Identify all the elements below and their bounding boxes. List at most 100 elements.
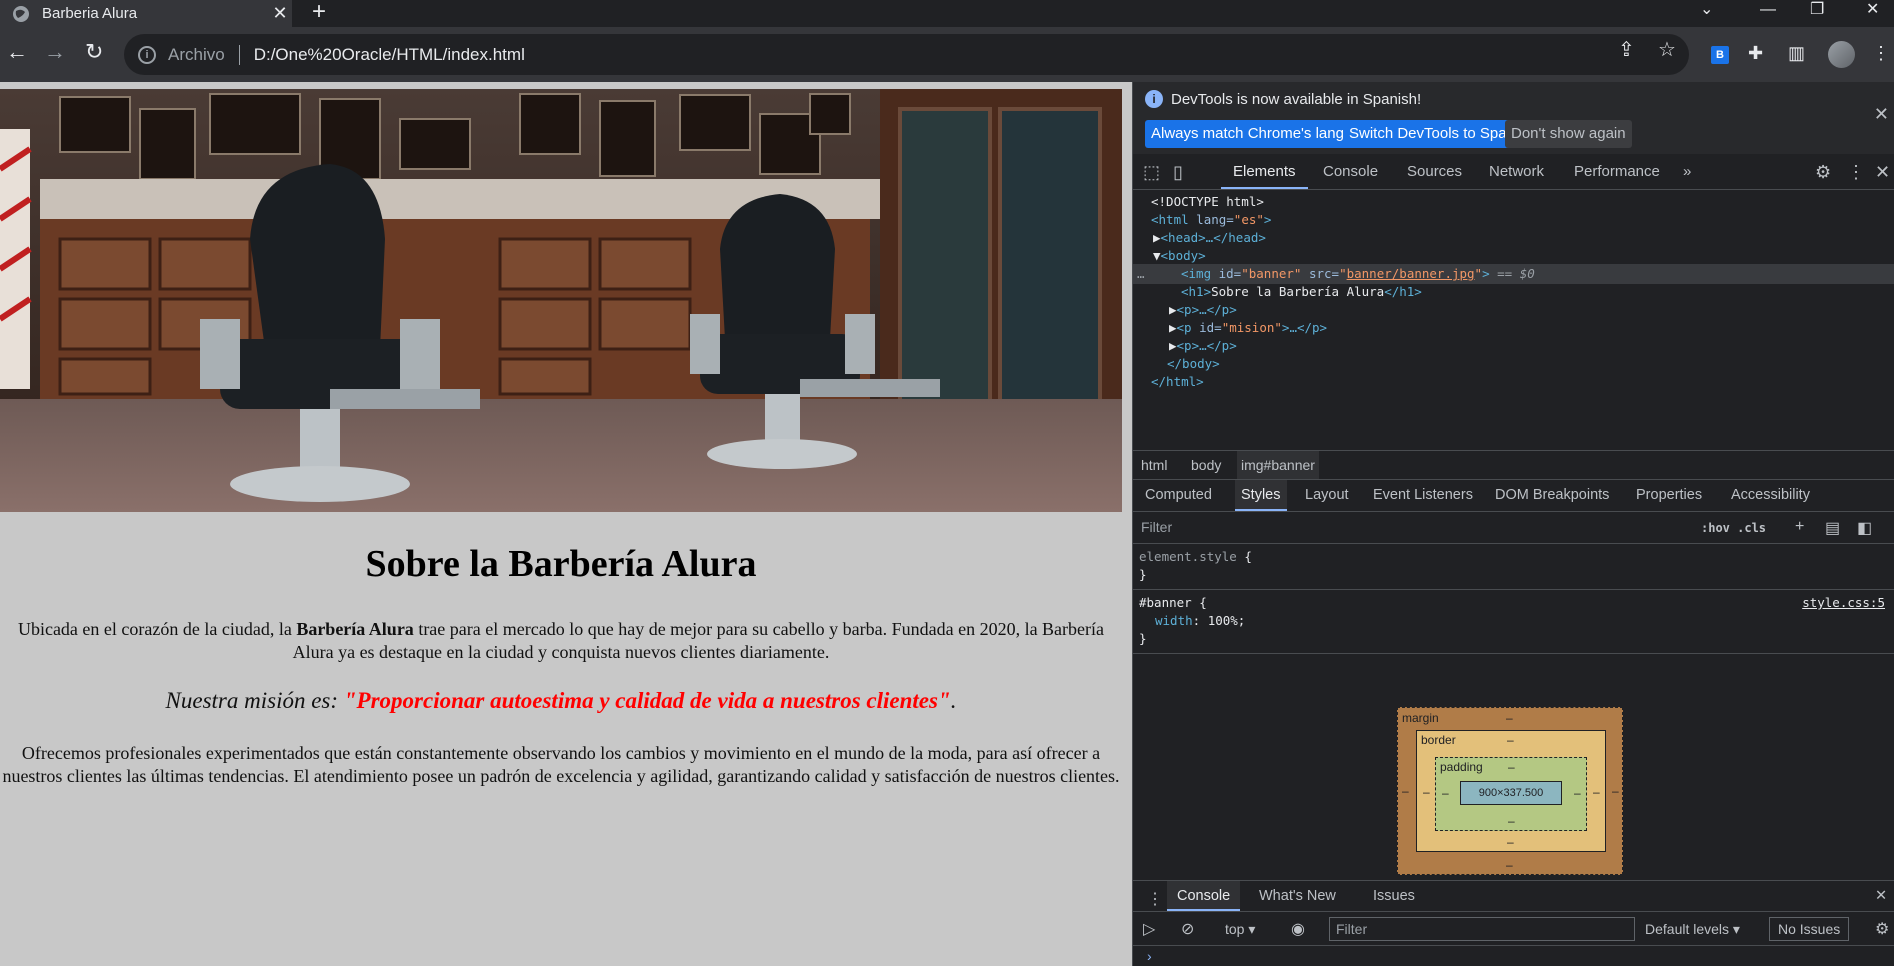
dom-html-open[interactable]: <html lang="es"> xyxy=(1151,210,1271,230)
settings-gear-icon[interactable]: ⚙ xyxy=(1815,162,1831,183)
element-style-selector: element.style xyxy=(1139,549,1237,564)
more-tabs-icon[interactable]: » xyxy=(1683,154,1691,189)
crumb-html[interactable]: html xyxy=(1137,451,1171,479)
dom-body-close[interactable]: </body> xyxy=(1167,354,1220,374)
bookmark-star-icon[interactable]: ☆ xyxy=(1658,37,1676,62)
live-expression-eye-icon[interactable]: ◉ xyxy=(1291,919,1305,939)
margin-right-value[interactable]: – xyxy=(1612,784,1619,798)
new-tab-button[interactable]: + xyxy=(312,0,326,24)
drawer-menu-icon[interactable]: ⋮ xyxy=(1147,885,1163,915)
dom-doctype[interactable]: <!DOCTYPE html> xyxy=(1151,192,1264,212)
default-levels-dropdown[interactable]: Default levels ▾ xyxy=(1645,912,1740,946)
subtab-dom-breakpoints[interactable]: DOM Breakpoints xyxy=(1495,480,1609,511)
collapse-arrow-icon[interactable]: ▼ xyxy=(1153,248,1161,263)
border-right-value[interactable]: – xyxy=(1593,785,1600,799)
console-settings-gear-icon[interactable]: ⚙ xyxy=(1875,919,1889,939)
side-panel-icon[interactable]: ▥ xyxy=(1788,43,1805,64)
back-icon[interactable]: ← xyxy=(6,41,28,63)
dom-p-mision[interactable]: ▶<p id="mision">…</p> xyxy=(1169,318,1327,338)
dont-show-again-button[interactable]: Don't show again xyxy=(1505,120,1632,148)
extensions-puzzle-icon[interactable]: ✚ xyxy=(1748,43,1763,64)
console-prompt[interactable]: › xyxy=(1147,948,1152,964)
address-bar[interactable]: i Archivo D:/One%20Oracle/HTML/index.htm… xyxy=(124,34,1689,75)
tab-console[interactable]: Console xyxy=(1323,154,1378,189)
extension-b-icon[interactable]: B xyxy=(1711,46,1729,64)
reload-icon[interactable]: ↻ xyxy=(85,41,103,63)
dom-head[interactable]: ▶<head>…</head> xyxy=(1153,228,1266,248)
dom-p-3[interactable]: ▶<p>…</p> xyxy=(1169,336,1237,356)
minimize-icon[interactable]: — xyxy=(1760,0,1776,22)
no-issues-button[interactable]: No Issues xyxy=(1769,917,1850,941)
border-bottom-value[interactable]: – xyxy=(1507,835,1514,849)
banner-width-value[interactable]: : 100%; xyxy=(1193,613,1246,628)
dom-node-menu-icon[interactable]: … xyxy=(1137,264,1145,284)
tab-close-icon[interactable]: ✕ xyxy=(268,3,292,24)
styles-filter-input[interactable]: Filter xyxy=(1133,514,1681,540)
tab-performance[interactable]: Performance xyxy=(1574,154,1660,189)
crumb-img-banner[interactable]: img#banner xyxy=(1237,451,1319,479)
banner-width-prop[interactable]: width xyxy=(1155,613,1193,628)
drawer-tab-whats-new[interactable]: What's New xyxy=(1259,881,1336,911)
style-source-link[interactable]: style.css:5 xyxy=(1802,594,1885,612)
clear-console-icon[interactable]: ⊘ xyxy=(1181,919,1194,939)
border-top-value[interactable]: – xyxy=(1507,733,1514,747)
margin-left-value[interactable]: – xyxy=(1402,784,1409,798)
window-close-icon[interactable]: ✕ xyxy=(1866,0,1879,22)
context-selector[interactable]: top ▾ xyxy=(1225,912,1255,946)
element-state-icon[interactable]: ▤ xyxy=(1825,518,1840,538)
hov-cls-toggle[interactable]: :hov .cls xyxy=(1701,512,1766,544)
inspect-element-icon[interactable]: ⬚ xyxy=(1143,162,1160,183)
new-style-rule-icon[interactable]: + xyxy=(1795,518,1804,536)
drawer-close-icon[interactable]: ✕ xyxy=(1875,881,1887,911)
site-info-icon[interactable]: i xyxy=(138,45,156,64)
border-label: border xyxy=(1421,733,1456,747)
barbershop-photo xyxy=(0,89,1122,512)
tab-network[interactable]: Network xyxy=(1489,154,1544,189)
subtab-layout[interactable]: Layout xyxy=(1305,480,1349,511)
forward-icon[interactable]: → xyxy=(44,41,66,63)
device-toolbar-icon[interactable]: ▯ xyxy=(1173,162,1183,183)
share-icon[interactable]: ⇪ xyxy=(1618,37,1635,62)
infobar-close-icon[interactable]: ✕ xyxy=(1874,104,1889,125)
browser-tab[interactable]: Barberia Alura ✕ xyxy=(0,0,292,27)
img-src-link[interactable]: banner/banner.jpg xyxy=(1347,266,1475,281)
padding-left-value[interactable]: – xyxy=(1442,786,1449,800)
console-filter-input[interactable]: Filter xyxy=(1329,917,1635,941)
margin-top-value[interactable]: – xyxy=(1506,711,1513,725)
tab-elements[interactable]: Elements xyxy=(1221,154,1308,189)
address-url[interactable]: D:/One%20Oracle/HTML/index.html xyxy=(254,45,525,65)
border-left-value[interactable]: – xyxy=(1423,785,1430,799)
toggle-sidebar-icon[interactable]: ◧ xyxy=(1857,518,1872,538)
address-scheme: Archivo xyxy=(168,44,225,64)
dom-p-1[interactable]: ▶<p>…</p> xyxy=(1169,300,1237,320)
box-model-content-size[interactable]: 900×337.500 xyxy=(1460,781,1562,805)
drawer-tab-issues[interactable]: Issues xyxy=(1373,881,1415,911)
subtab-computed[interactable]: Computed xyxy=(1145,480,1212,511)
padding-right-value[interactable]: – xyxy=(1574,786,1581,800)
devtools-close-icon[interactable]: ✕ xyxy=(1875,162,1890,183)
console-drawer: ⋮ Console What's New Issues ✕ ▷ ⊘ top ▾ … xyxy=(1133,880,1894,966)
element-style-rule: element.style { } xyxy=(1133,544,1894,590)
padding-top-value[interactable]: – xyxy=(1508,760,1515,774)
subtab-properties[interactable]: Properties xyxy=(1636,480,1702,511)
restore-icon[interactable]: ❐ xyxy=(1810,0,1824,22)
intro-bold-name: Barbería Alura xyxy=(296,619,414,639)
console-sidebar-icon[interactable]: ▷ xyxy=(1143,919,1155,939)
dom-h1[interactable]: <h1>Sobre la Barbería Alura</h1> xyxy=(1181,282,1422,302)
dom-html-close[interactable]: </html> xyxy=(1151,372,1204,392)
menu-kebab-icon[interactable]: ⋮ xyxy=(1872,43,1890,64)
subtab-accessibility[interactable]: Accessibility xyxy=(1731,480,1810,511)
tab-sources[interactable]: Sources xyxy=(1407,154,1462,189)
subtab-event-listeners[interactable]: Event Listeners xyxy=(1373,480,1473,511)
dom-body-open[interactable]: ▼<body> xyxy=(1153,246,1206,266)
drawer-tab-console[interactable]: Console xyxy=(1167,881,1241,911)
dom-img-banner-selected[interactable]: … <img id="banner" src="banner/banner.jpg… xyxy=(1133,264,1894,284)
profile-avatar[interactable] xyxy=(1828,41,1855,68)
margin-bottom-value[interactable]: – xyxy=(1506,858,1513,872)
crumb-body[interactable]: body xyxy=(1187,451,1225,479)
devtools-menu-icon[interactable]: ⋮ xyxy=(1847,162,1865,183)
padding-bottom-value[interactable]: – xyxy=(1508,814,1515,828)
tab-search-icon[interactable]: ⌄ xyxy=(1700,0,1713,22)
expand-arrow-icon[interactable]: ▶ xyxy=(1153,230,1161,245)
subtab-styles[interactable]: Styles xyxy=(1235,480,1287,511)
